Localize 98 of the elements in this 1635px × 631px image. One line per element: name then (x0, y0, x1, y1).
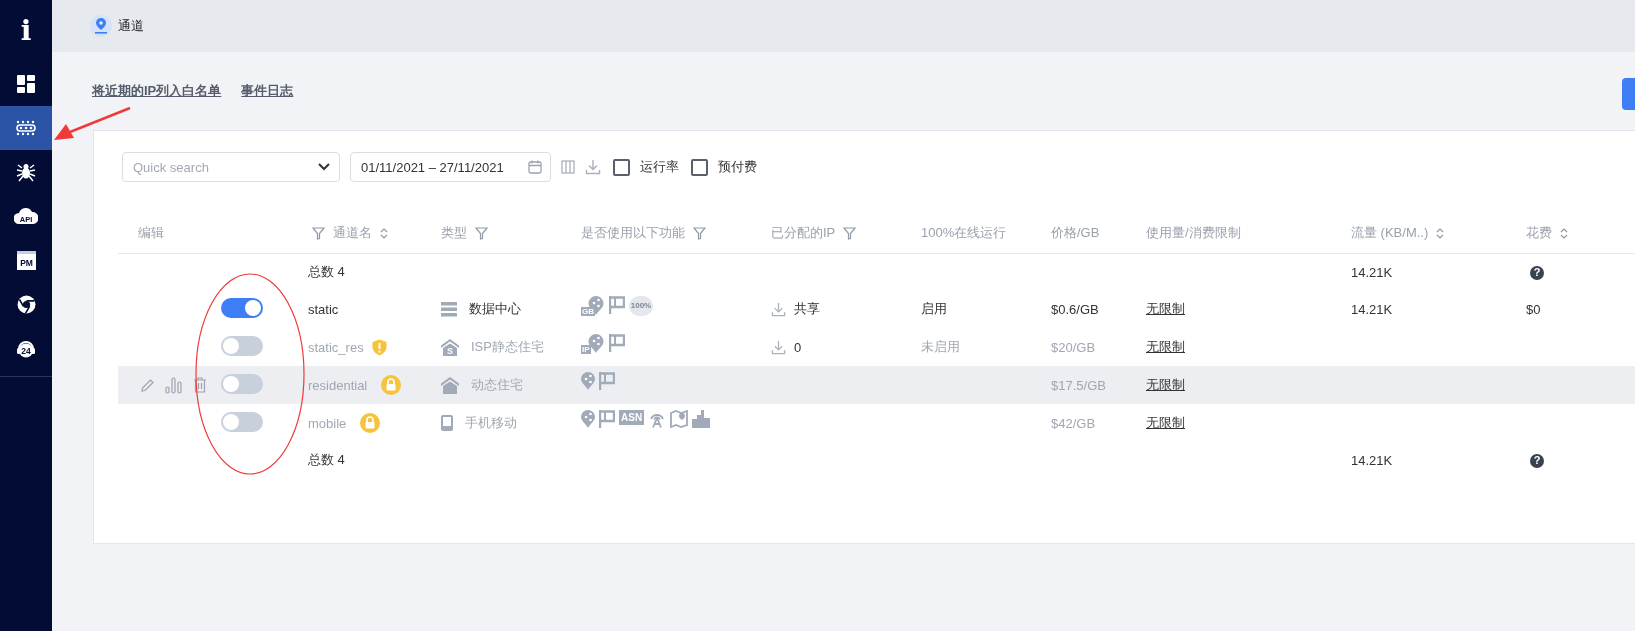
sort-icon[interactable] (1560, 227, 1568, 239)
house-icon: S (441, 338, 459, 356)
total-traffic: 14.21K (1351, 264, 1393, 280)
traffic-value: 14.21K (1351, 301, 1393, 317)
asn-label: ASN (619, 410, 645, 425)
map-pin-icon (670, 410, 689, 428)
browser-icon (16, 294, 36, 314)
channel-type: 手机移动 (465, 414, 517, 432)
total-count: 总数 4 (308, 452, 345, 467)
price: $42/GB (1051, 415, 1096, 431)
download-icon[interactable] (771, 339, 786, 355)
limit-link[interactable]: 无限制 (1146, 339, 1185, 354)
page-title: 通道 (118, 17, 144, 35)
table-row[interactable]: mobile 手机移动 ASN $42/GB 无限制 (118, 404, 1635, 442)
assigned-ip: 共享 (794, 300, 820, 318)
building-icon (692, 410, 711, 428)
total-traffic: 14.21K (1351, 452, 1393, 468)
date-range-field[interactable]: 01/11/2021 – 27/11/2021 (350, 152, 551, 182)
location-pin-icon (90, 15, 112, 37)
channel-name: residential (308, 377, 368, 393)
price: $17.5/GB (1051, 377, 1106, 393)
dashboard-icon (17, 75, 35, 93)
link[interactable]: 将近期的IP列入白名单 (92, 82, 222, 100)
sort-icon[interactable] (1436, 227, 1445, 239)
toggle-switch[interactable] (221, 411, 263, 432)
flag-icon (609, 296, 625, 314)
server-icon (441, 301, 457, 317)
assigned-ip: 0 (794, 339, 802, 355)
help-icon[interactable]: ? (1530, 453, 1544, 468)
flag-icon (599, 372, 615, 390)
checkbox-label: 预付费 (718, 158, 757, 176)
column-header: 是否使用以下功能 (581, 224, 685, 242)
limit-link[interactable]: 无限制 (1146, 301, 1185, 316)
sort-icon[interactable] (380, 227, 388, 239)
column-header: 100%在线运行 (921, 224, 1007, 242)
total-count: 总数 4 (308, 264, 345, 279)
download-icon[interactable] (771, 301, 786, 317)
channels-icon (16, 120, 36, 136)
lock-icon (360, 413, 381, 433)
column-header: 花费 (1526, 224, 1552, 242)
column-header: 编辑 (138, 224, 164, 242)
limit-link[interactable]: 无限制 (1146, 415, 1185, 430)
columns-icon[interactable] (561, 160, 575, 174)
channel-type: 动态住宅 (471, 376, 523, 394)
table-row[interactable]: static_res S ISP静态住宅 IP 0 未启用 $20/GB 无限制 (118, 328, 1635, 366)
filter-icon[interactable] (693, 226, 706, 240)
lock-icon (381, 375, 402, 395)
share-pin-icon (581, 372, 595, 390)
table-row[interactable]: residential 动态住宅 $17.5/GB 无限制 (118, 366, 1635, 404)
toggle-switch[interactable] (221, 297, 263, 318)
channel-name: static_res (308, 339, 364, 355)
spider-icon (16, 162, 36, 182)
column-header: 已分配的IP (771, 224, 836, 242)
window-icon: PM (16, 250, 36, 270)
table-row[interactable]: static 数据中心 GB 100% 共享 启用 $0.6/GB 无限制 14.21K $0 (118, 290, 1635, 328)
uptime-status: 启用 (921, 301, 947, 316)
flag-icon (609, 334, 625, 352)
share-pin-icon (581, 410, 595, 428)
trash-icon[interactable] (193, 377, 207, 393)
help-icon[interactable]: ? (1530, 265, 1544, 280)
channel-type: 数据中心 (469, 300, 521, 318)
checkbox[interactable] (613, 158, 630, 176)
calendar-icon (528, 160, 542, 174)
filter-icon[interactable] (843, 226, 857, 240)
toggle-switch[interactable] (221, 335, 263, 356)
checkbox[interactable] (691, 158, 708, 176)
channel-type: ISP静态住宅 (471, 338, 544, 356)
cost-value: $0 (1526, 301, 1541, 317)
filter-icon[interactable] (475, 226, 488, 240)
sidebar-item[interactable] (0, 106, 52, 150)
chevron-down-icon[interactable] (318, 163, 330, 171)
column-header: 类型 (441, 224, 467, 242)
uptime-status: 未启用 (921, 339, 960, 354)
channel-name: static (308, 301, 339, 317)
shield-warning-icon (371, 338, 387, 356)
sidebar-item[interactable]: 24 (0, 326, 52, 370)
checkbox-label: 运行率 (640, 158, 679, 176)
link[interactable]: 事件日志 (241, 82, 294, 100)
price: $20/GB (1051, 339, 1096, 355)
column-header: 通道名 (333, 224, 372, 242)
toggle-switch[interactable] (221, 373, 263, 394)
flag-icon (599, 410, 615, 428)
price: $0.6/GB (1051, 301, 1099, 317)
download-icon[interactable] (585, 159, 601, 175)
sidebar-item[interactable]: PM (0, 238, 52, 282)
pencil-icon[interactable] (140, 377, 155, 393)
column-header: 价格/GB (1051, 224, 1100, 242)
search-field[interactable]: Quick search (122, 152, 340, 182)
filter-icon[interactable] (312, 226, 325, 240)
logo: i (19, 13, 33, 49)
percent-seal-icon: 100% (629, 296, 653, 316)
column-header: 使用量/消费限制 (1146, 224, 1241, 242)
column-header: 流量 (KB/M..) (1351, 224, 1429, 242)
bar-chart-icon[interactable] (165, 376, 183, 394)
channel-name: mobile (308, 415, 347, 431)
limit-link[interactable]: 无限制 (1146, 377, 1185, 392)
house-icon (441, 376, 459, 394)
phone-icon (441, 415, 453, 431)
